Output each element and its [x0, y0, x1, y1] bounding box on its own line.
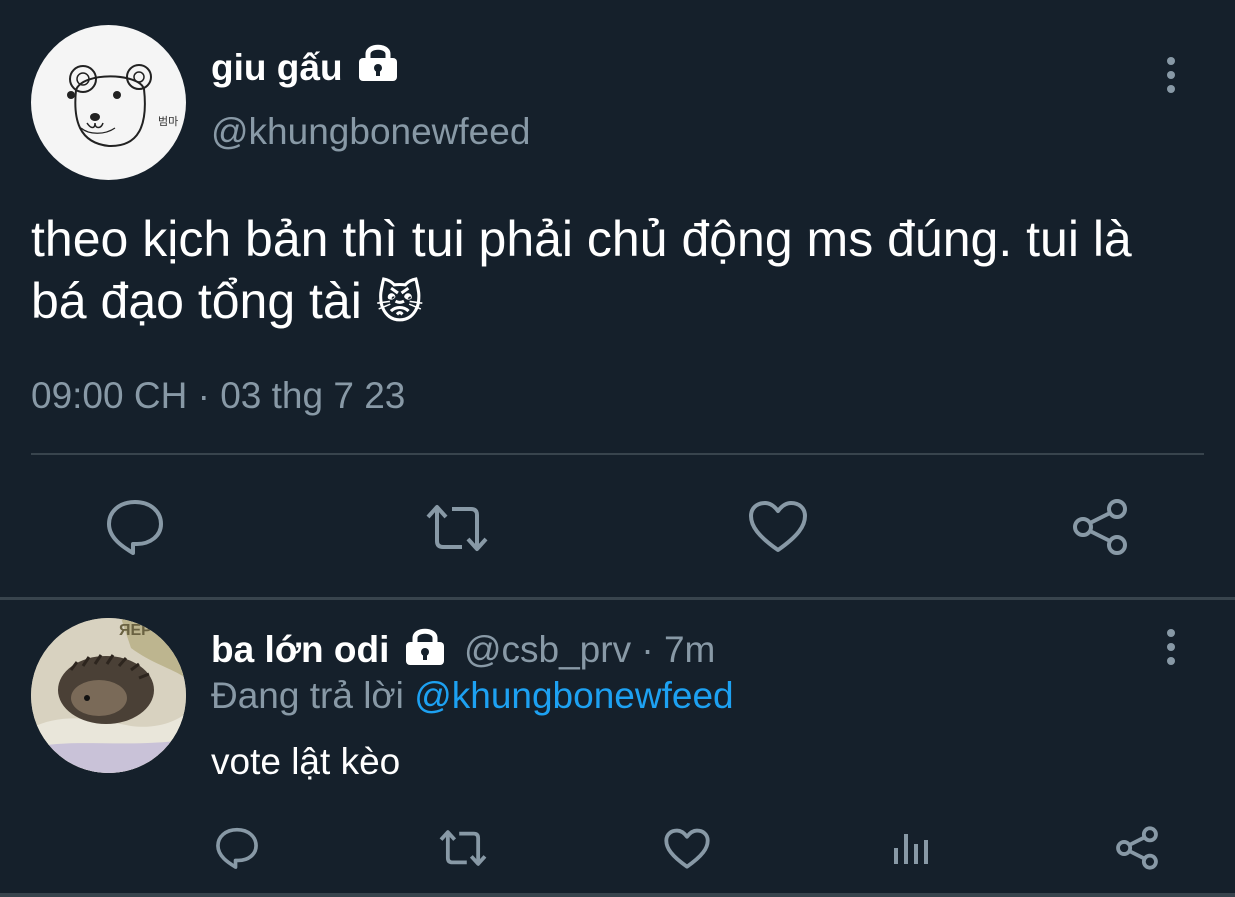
author-avatar[interactable]: 범마: [31, 25, 186, 180]
reply-reply-icon[interactable]: [215, 826, 259, 870]
tweet-text: theo kịch bản thì tui phải chủ động ms đ…: [31, 208, 1231, 333]
author-name[interactable]: giu gấu: [211, 46, 343, 90]
avatar-shirt-print: ЯЕР: [119, 622, 152, 639]
tweet-text-line-2-words: bá đạo tổng tài: [31, 273, 362, 329]
reply-author-avatar[interactable]: ЯЕР: [31, 618, 186, 773]
reply-separator: ·: [631, 629, 664, 670]
replying-to: Đang trả lời @khungbonewfeed: [211, 674, 734, 718]
replying-to-prefix: Đang trả lời: [211, 675, 415, 716]
more-options-icon[interactable]: [1159, 55, 1183, 95]
reply-author-handle[interactable]: @csb_prv: [464, 629, 631, 670]
reply-analytics-icon[interactable]: [892, 830, 932, 866]
reply-icon[interactable]: [105, 498, 165, 556]
tweet-text-line-1: theo kịch bản thì tui phải chủ động ms đ…: [31, 211, 1132, 267]
hedgehog-photo-icon: [31, 618, 186, 773]
like-icon[interactable]: [748, 500, 808, 554]
reply-author-name[interactable]: ba lớn odi: [211, 629, 389, 670]
lock-icon: [357, 42, 399, 82]
divider: [31, 453, 1204, 455]
tweet-timestamp[interactable]: 09:00 CH · 03 thg 7 23: [31, 373, 405, 419]
reply-like-icon[interactable]: [664, 828, 710, 870]
section-divider: [0, 597, 1235, 600]
reply-retweet-icon[interactable]: [438, 829, 488, 867]
reply-time[interactable]: 7m: [664, 629, 715, 670]
author-handle[interactable]: @khungbonewfeed: [211, 110, 530, 154]
retweet-icon[interactable]: [424, 503, 490, 553]
reply-share-icon[interactable]: [1115, 826, 1159, 870]
reply-header: ba lớn odi @csb_prv · 7m: [211, 626, 715, 672]
bottom-divider: [0, 893, 1235, 897]
reply-more-options-icon[interactable]: [1159, 627, 1183, 667]
avatar-signature: 범마: [158, 116, 179, 128]
reply-text: vote lật kèo: [211, 741, 401, 782]
pouting-cat-emoji: 😾: [375, 276, 424, 328]
bear-drawing-icon: [67, 64, 152, 148]
reply-lock-icon: [404, 626, 446, 666]
share-icon[interactable]: [1071, 498, 1129, 556]
tweet-text-line-2: bá đạo tổng tài 😾: [31, 270, 1231, 333]
replying-to-handle-link[interactable]: @khungbonewfeed: [414, 675, 733, 716]
